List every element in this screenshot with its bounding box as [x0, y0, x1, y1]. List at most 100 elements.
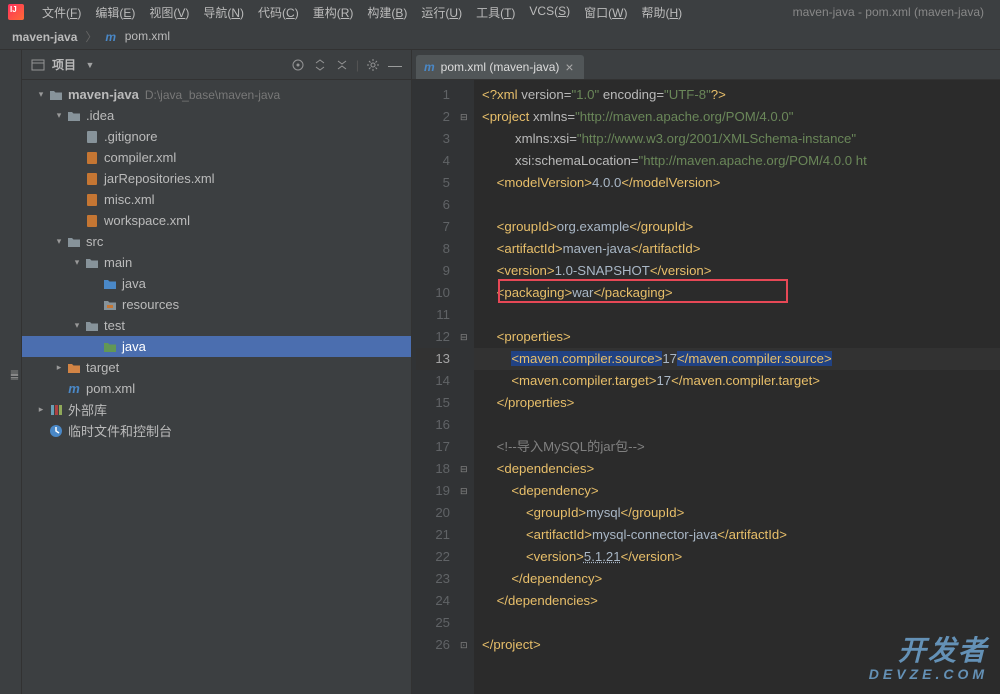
code-line-8[interactable]: <artifactId>maven-java</artifactId> — [482, 238, 1000, 260]
breadcrumb-root[interactable]: maven-java — [8, 28, 81, 46]
code-line-16[interactable] — [482, 414, 1000, 436]
tree-item-resources[interactable]: resources — [22, 294, 411, 315]
tree-item-临时文件和控制台[interactable]: 临时文件和控制台 — [22, 420, 411, 441]
code-line-25[interactable] — [482, 612, 1000, 634]
code-line-18[interactable]: <dependencies> — [482, 458, 1000, 480]
settings-icon[interactable] — [365, 57, 381, 73]
tree-item-misc.xml[interactable]: misc.xml — [22, 189, 411, 210]
project-tool-window: 项目 ▼ | — ▾maven-javaD:\java_base\maven-j… — [22, 50, 412, 694]
code-line-4[interactable]: xsi:schemaLocation="http://maven.apache.… — [482, 150, 1000, 172]
code-line-20[interactable]: <groupId>mysql</groupId> — [482, 502, 1000, 524]
hide-panel-icon[interactable]: — — [387, 57, 403, 73]
expand-arrow-icon[interactable]: ▸ — [52, 362, 66, 373]
menu-item[interactable]: 窗口(W) — [578, 2, 633, 23]
editor-tabs: m pom.xml (maven-java) × — [412, 50, 1000, 80]
expand-arrow-icon[interactable]: ▸ — [34, 404, 48, 415]
code-line-21[interactable]: <artifactId>mysql-connector-java</artifa… — [482, 524, 1000, 546]
code-line-11[interactable] — [482, 304, 1000, 326]
tree-item-workspace.xml[interactable]: workspace.xml — [22, 210, 411, 231]
code-line-12[interactable]: <properties> — [482, 326, 1000, 348]
code-line-13[interactable]: <maven.compiler.source>17</maven.compile… — [482, 348, 1000, 370]
app-logo-icon — [8, 4, 24, 20]
code-line-7[interactable]: <groupId>org.example</groupId> — [482, 216, 1000, 238]
tree-item-java[interactable]: java — [22, 336, 411, 357]
menu-item[interactable]: 导航(N) — [197, 2, 250, 23]
tree-item-maven-java[interactable]: ▾maven-javaD:\java_base\maven-java — [22, 84, 411, 105]
expand-all-icon[interactable] — [312, 57, 328, 73]
tree-item-外部库[interactable]: ▸ 外部库 — [22, 399, 411, 420]
folder-icon — [84, 319, 100, 333]
tree-item-label: target — [86, 360, 119, 375]
close-tab-icon[interactable]: × — [565, 62, 573, 72]
code-line-26[interactable]: </project> — [482, 634, 1000, 656]
breadcrumb-sep-icon: 〉 — [85, 28, 97, 45]
expand-arrow-icon[interactable]: ▾ — [70, 257, 84, 268]
menu-item[interactable]: 运行(U) — [415, 2, 468, 23]
fold-toggle-icon[interactable]: ⊟ — [460, 458, 468, 480]
file-m-icon: m — [66, 382, 82, 396]
menu-item[interactable]: 工具(T) — [470, 2, 521, 23]
tree-item-target[interactable]: ▸ target — [22, 357, 411, 378]
code-content[interactable]: <?xml version="1.0" encoding="UTF-8"?><p… — [474, 80, 1000, 694]
menu-item[interactable]: VCS(S) — [523, 2, 576, 23]
menu-item[interactable]: 文件(F) — [36, 2, 87, 23]
fold-toggle-icon[interactable]: ⊡ — [460, 634, 468, 656]
fold-toggle-icon[interactable]: ⊟ — [460, 480, 468, 502]
tree-item-compiler.xml[interactable]: compiler.xml — [22, 147, 411, 168]
locate-icon[interactable] — [290, 57, 306, 73]
code-line-5[interactable]: <modelVersion>4.0.0</modelVersion> — [482, 172, 1000, 194]
tree-item-label: src — [86, 234, 103, 249]
code-line-15[interactable]: </properties> — [482, 392, 1000, 414]
code-line-14[interactable]: <maven.compiler.target>17</maven.compile… — [482, 370, 1000, 392]
code-line-2[interactable]: <project xmlns="http://maven.apache.org/… — [482, 106, 1000, 128]
fold-toggle-icon[interactable]: ⊟ — [460, 326, 468, 348]
file-xml-icon — [84, 193, 100, 207]
editor-tab[interactable]: m pom.xml (maven-java) × — [416, 55, 584, 79]
editor-body[interactable]: 1234567891011121314151617181920212223242… — [412, 80, 1000, 694]
expand-arrow-icon[interactable]: ▾ — [70, 320, 84, 331]
tree-item-pom.xml[interactable]: mpom.xml — [22, 378, 411, 399]
tree-item-label: 外部库 — [68, 400, 107, 419]
structure-tool-icon[interactable]: ䷀ — [9, 370, 20, 381]
file-xml-icon — [84, 214, 100, 228]
code-line-23[interactable]: </dependency> — [482, 568, 1000, 590]
code-line-3[interactable]: xmlns:xsi="http://www.w3.org/2001/XMLSch… — [482, 128, 1000, 150]
folder-green-icon — [102, 340, 118, 354]
project-view-icon[interactable] — [30, 57, 46, 73]
fold-toggle-icon[interactable]: ⊟ — [460, 106, 468, 128]
expand-arrow-icon[interactable]: ▾ — [52, 236, 66, 247]
menu-bar: 文件(F)编辑(E)视图(V)导航(N)代码(C)重构(R)构建(B)运行(U)… — [36, 2, 688, 23]
menu-item[interactable]: 重构(R) — [307, 2, 360, 23]
code-line-22[interactable]: <version>5.1.21</version> — [482, 546, 1000, 568]
file-xml-icon — [84, 172, 100, 186]
expand-arrow-icon[interactable]: ▾ — [34, 89, 48, 100]
code-line-1[interactable]: <?xml version="1.0" encoding="UTF-8"?> — [482, 84, 1000, 106]
menu-item[interactable]: 视图(V) — [143, 2, 195, 23]
tree-item-.idea[interactable]: ▾.idea — [22, 105, 411, 126]
code-line-19[interactable]: <dependency> — [482, 480, 1000, 502]
tree-item-label: workspace.xml — [104, 213, 190, 228]
menu-item[interactable]: 编辑(E) — [89, 2, 141, 23]
menu-item[interactable]: 代码(C) — [252, 2, 305, 23]
code-line-24[interactable]: </dependencies> — [482, 590, 1000, 612]
menu-item[interactable]: 构建(B) — [361, 2, 413, 23]
code-line-9[interactable]: <version>1.0-SNAPSHOT</version> — [482, 260, 1000, 282]
tree-item-jarRepositories.xml[interactable]: jarRepositories.xml — [22, 168, 411, 189]
collapse-all-icon[interactable] — [334, 57, 350, 73]
project-tree[interactable]: ▾maven-javaD:\java_base\maven-java▾.idea… — [22, 80, 411, 694]
tree-item-src[interactable]: ▾ src — [22, 231, 411, 252]
breadcrumb-bar: maven-java 〉 m pom.xml — [0, 24, 1000, 50]
breadcrumb-file[interactable]: m pom.xml — [101, 27, 174, 46]
code-line-6[interactable] — [482, 194, 1000, 216]
expand-arrow-icon[interactable]: ▾ — [52, 110, 66, 121]
dropdown-icon[interactable]: ▼ — [82, 57, 98, 73]
menu-item[interactable]: 帮助(H) — [635, 2, 688, 23]
tree-item-java[interactable]: java — [22, 273, 411, 294]
code-line-17[interactable]: <!--导入MySQL的jar包--> — [482, 436, 1000, 458]
code-line-10[interactable]: <packaging>war</packaging> — [482, 282, 1000, 304]
tree-item-main[interactable]: ▾main — [22, 252, 411, 273]
tree-item-.gitignore[interactable]: .gitignore — [22, 126, 411, 147]
fold-gutter[interactable]: ⊟⊟⊟⊟⊡ — [460, 80, 474, 694]
tree-item-test[interactable]: ▾test — [22, 315, 411, 336]
left-tool-stripe[interactable]: ䷀ — [0, 50, 22, 694]
